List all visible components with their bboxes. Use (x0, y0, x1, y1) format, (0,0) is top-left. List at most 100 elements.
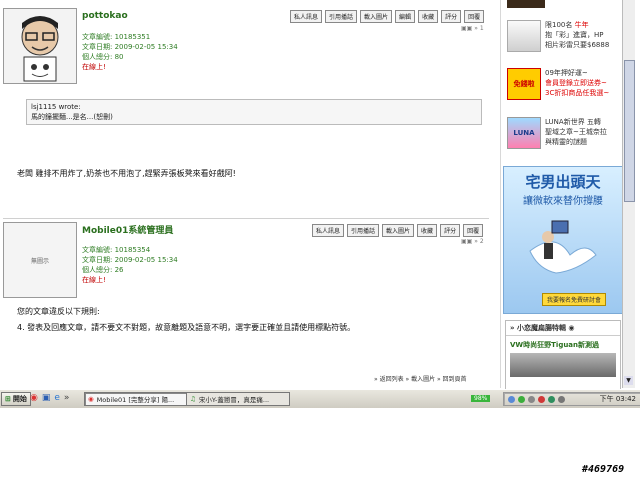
ad-line: 限100名 (545, 21, 575, 29)
flying-man-icon (529, 220, 597, 274)
clock[interactable]: 下午 03:42 (600, 394, 636, 404)
update-icon[interactable] (548, 395, 555, 403)
banner-title: 宅男出頭天 (525, 173, 601, 191)
sidebar-ad-luna[interactable]: LUNA LUNA新世界 五轉 聖域之章~王城奈拉 與精靈的謎題 (507, 117, 607, 149)
post-body-line-2: 4. 發表及回應文章，請不要文不對題，故意離題及語意不明，選字要正確並且請使用標… (17, 323, 356, 332)
ie-icon[interactable]: e (54, 393, 60, 403)
reply-button[interactable]: 回覆 (464, 10, 485, 23)
ad-line: 聖域之章~王城奈拉 (545, 128, 607, 136)
copy-link-icon[interactable]: ▣▣ (461, 25, 472, 32)
chrome-icon[interactable]: ◉ (30, 393, 38, 403)
favorite-button[interactable]: 收藏 (418, 10, 439, 23)
post-date: 文章日期: 2009-02-05 15:34 (82, 256, 178, 264)
register-seminar-button[interactable]: 我要報名免費研討會 (542, 293, 607, 306)
user-score: 個人總分: 80 (82, 53, 124, 61)
load-images-button[interactable]: 載入圖片 (382, 224, 415, 237)
quick-launch: ◉ ▣ e » (30, 393, 69, 403)
box-title[interactable]: » 小恋魔扁腸特輯 (510, 324, 568, 332)
sidebar-ad-printer[interactable]: 限100名 牛年 抱「彩」進寶，HP 相片彩雷只要$6888 (507, 20, 609, 52)
printer-icon (507, 20, 541, 52)
banner-subtitle: 讓微軟來替你撐腰 (523, 196, 603, 207)
edit-button[interactable]: 編輯 (395, 10, 416, 23)
post-author-name[interactable]: Mobile01系統管理員 (82, 223, 173, 236)
post-date: 文章日期: 2009-02-05 15:34 (82, 43, 178, 51)
taskbar-item-music[interactable]: ♫ 宋小Y-蓋戀冒，真是痛... (186, 392, 290, 406)
post-body-line-1: 您的文章違反以下規則: (17, 307, 100, 316)
cpu-percent: 98% (471, 395, 491, 402)
post-id: 文章編號: 10185354 (82, 246, 151, 254)
ad-line: 會員登錄立即送券~ (545, 79, 607, 87)
load-images-button[interactable]: 載入圖片 (360, 10, 393, 23)
security-icon[interactable] (538, 395, 545, 403)
post-divider (3, 218, 489, 219)
post-meta: 文章編號: 10185354 文章日期: 2009-02-05 15:34 個人… (82, 245, 178, 285)
game-logo-icon: LUNA (507, 117, 541, 149)
post-author-name[interactable]: pottokao (82, 11, 128, 21)
volume-icon[interactable] (528, 395, 535, 403)
chevron-icon[interactable]: » (64, 393, 70, 403)
ad-highlight: 牛年 (574, 21, 589, 29)
post-meta: 文章編號: 10185351 文章日期: 2009-02-05 15:34 個人… (82, 32, 178, 72)
ad-line: 3C折扣商品任我選~ (545, 89, 610, 97)
post-number: ▣▣ » 2 (461, 238, 484, 245)
copy-link-icon[interactable]: ▣▣ (461, 238, 472, 245)
online-status: 在線上! (82, 276, 106, 284)
sidebar: 限100名 牛年 抱「彩」進寶，HP 相片彩雷只要$6888 免錢啦 09年押好… (500, 0, 623, 390)
ad-line: 09年押好運~ (545, 69, 588, 77)
user-avatar[interactable] (3, 8, 77, 84)
antivirus-icon[interactable] (518, 395, 525, 403)
user-avatar[interactable]: 無圖示 (3, 222, 77, 298)
start-label: 開始 (12, 395, 27, 403)
ad-line: 與精靈的謎題 (545, 138, 587, 146)
car-thumbnail-icon[interactable] (510, 353, 616, 377)
rate-button[interactable]: 評分 (441, 10, 462, 23)
ad-top-strip[interactable] (507, 0, 545, 8)
favorite-button[interactable]: 收藏 (417, 224, 438, 237)
vertical-scrollbar[interactable]: ▼ (622, 0, 635, 388)
post-toolbar: 私人訊息 引用播話 載入圖片 收藏 評分 回覆 (312, 224, 484, 237)
scrollbar-thumb[interactable] (624, 60, 635, 202)
rate-button[interactable]: 評分 (440, 224, 461, 237)
microsoft-banner-ad[interactable]: 宅男出頭天 讓微軟來替你撐腰 我要報名免費研討會 (503, 166, 623, 314)
system-tray: 下午 03:42 (503, 392, 640, 406)
windows-logo-icon: ⊞ (5, 395, 11, 403)
post-number: ▣▣ » 1 (461, 25, 484, 32)
post-body: 老闆 雞排不用炸了,奶茶也不用泡了,趕緊弄張板凳來看好戲阿! (17, 169, 236, 178)
reply-button[interactable]: 回覆 (463, 224, 484, 237)
camera-icon: ◉ (568, 324, 575, 332)
show-desktop-icon[interactable]: ▣ (42, 393, 51, 403)
sidebar-ad-coupon[interactable]: 免錢啦 09年押好運~ 會員登錄立即送券~ 3C折扣商品任我選~ (507, 68, 609, 100)
private-message-button[interactable]: 私人訊息 (312, 224, 345, 237)
coupon-badge-icon: 免錢啦 (507, 68, 541, 100)
windows-taskbar: ⊞ 開始 ◉ ▣ e » ◉ Mobile01 [完整分享] 陽... ♫ 宋小… (0, 389, 640, 408)
footer-links[interactable]: » 返回列表 » 載入圖片 » 回到頁首 (374, 374, 467, 383)
private-message-button[interactable]: 私人訊息 (290, 10, 323, 23)
task-label: Mobile01 [完整分享] 陽... (96, 396, 175, 404)
taskbar-item-chrome[interactable]: ◉ Mobile01 [完整分享] 陽... (84, 392, 188, 406)
avatar-photo-icon (4, 9, 76, 83)
user-score: 個人總分: 26 (82, 266, 124, 274)
online-status: 在線上! (82, 63, 106, 71)
task-label: 宋小Y-蓋戀冒，真是痛... (198, 396, 270, 404)
quote-text: 馬的鐘擺麵...是名...(恕刪) (31, 113, 113, 121)
ad-line: 抱「彩」進寶，HP (545, 31, 604, 39)
post-id: 文章編號: 10185351 (82, 33, 151, 41)
quote-author: lsj1115 wrote: (31, 103, 81, 111)
start-button[interactable]: ⊞ 開始 (1, 392, 31, 406)
network-icon[interactable] (508, 395, 515, 403)
special-feature-box: » 小恋魔扁腸特輯 ◉ VW時尚狂野Tiguan新測過 (505, 320, 621, 390)
display-icon[interactable] (558, 395, 565, 403)
quote-button[interactable]: 引用播話 (347, 224, 380, 237)
post-toolbar: 私人訊息 引用播話 載入圖片 編輯 收藏 評分 回覆 (290, 10, 485, 23)
quote-block: lsj1115 wrote: 馬的鐘擺麵...是名...(恕刪) (26, 99, 482, 125)
chrome-icon: ◉ (88, 395, 94, 403)
image-watermark: #469769 (582, 464, 625, 475)
music-player-icon: ♫ (190, 395, 196, 403)
ad-line: 相片彩雷只要$6888 (545, 41, 610, 49)
scroll-down-arrow-icon[interactable]: ▼ (624, 376, 633, 385)
ad-line: LUNA新世界 五轉 (545, 118, 601, 126)
cpu-meter[interactable]: 98% (471, 393, 491, 403)
quote-button[interactable]: 引用播話 (325, 10, 358, 23)
no-avatar-label: 無圖示 (30, 257, 49, 265)
feature-link[interactable]: VW時尚狂野Tiguan新測過 (506, 336, 620, 350)
